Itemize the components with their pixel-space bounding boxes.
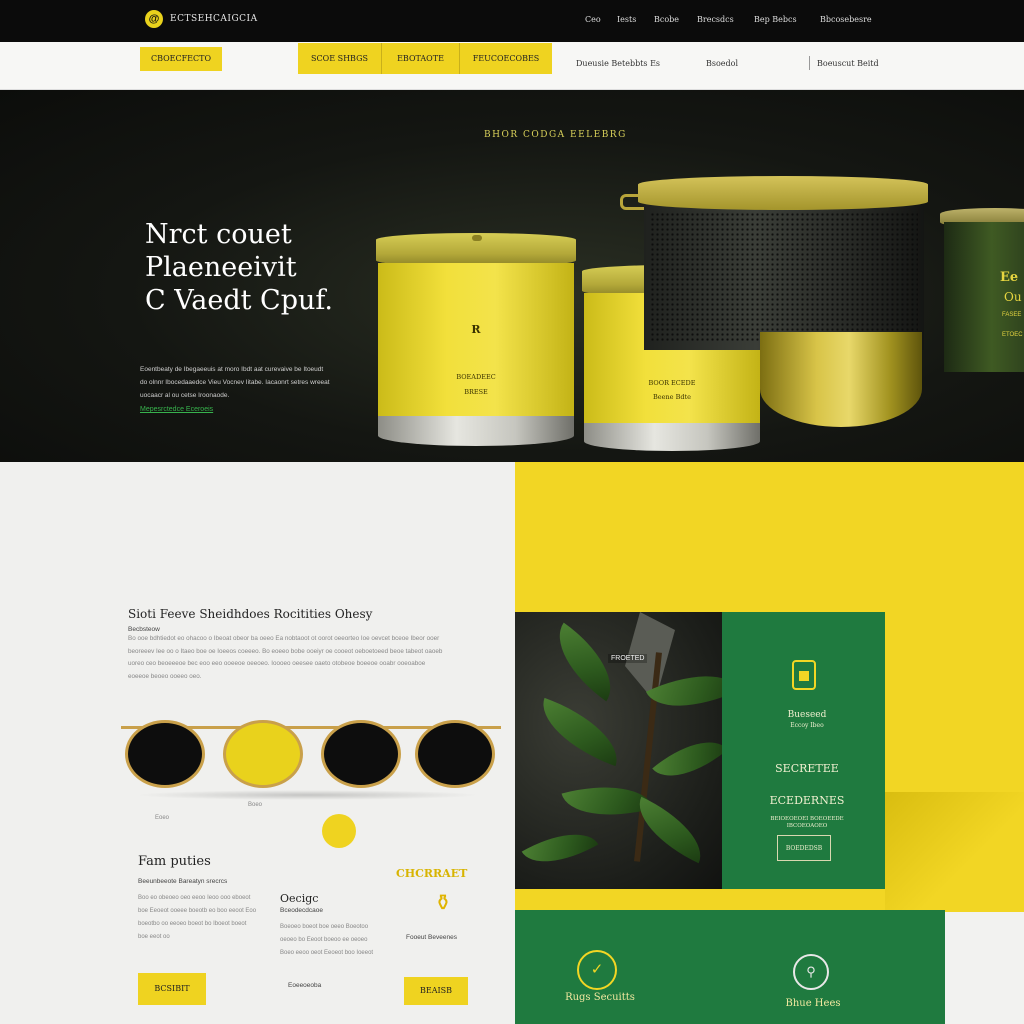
tab-shop[interactable]: SCOE SHBGS: [298, 43, 382, 74]
column-title: CHCRRAET: [396, 867, 468, 880]
bottom-banner: ✓ Rugs Secuitts ⚲ Bhue Hees: [515, 910, 945, 1024]
yellow-shade: [885, 792, 1024, 912]
tab-features[interactable]: FEUCOECOBES: [460, 43, 552, 74]
bottom-label[interactable]: Rugs Secuitts: [555, 992, 645, 1003]
pot-lid: [638, 176, 928, 210]
product-jar[interactable]: Ee Ou FASEE ETOEC: [940, 208, 1024, 378]
column-title: Oecigc: [280, 892, 319, 905]
primary-button[interactable]: CBOECFECTO: [140, 47, 222, 71]
jar-icon-label: [799, 671, 809, 681]
card-label: Bueseed: [787, 710, 827, 720]
card-text: BEIOEOEOEI BOEOEEDE IBCOEOAOEO: [770, 816, 844, 829]
photo-tag: FROETED: [608, 654, 648, 663]
feature-title: Sioti Feeve Sheidhdoes Rocitities Ohesy: [128, 607, 373, 621]
tin-label: R: [471, 323, 481, 336]
sub-navigation: CBOECFECTO SCOE SHBGS EBOTAOTE FEUCOECOB…: [0, 42, 1024, 90]
product-pot[interactable]: [620, 172, 930, 432]
tin-base: [378, 416, 574, 446]
sub-link[interactable]: Bsoedol: [706, 59, 738, 68]
lens-dark: [125, 720, 205, 788]
yellow-dot: [322, 814, 356, 848]
hero-eyebrow: BHOR CODGA EELEBRG: [484, 130, 627, 140]
hero-title-line: C Vaedt Cpuf.: [145, 285, 333, 316]
card-heading: ECEDERNES: [769, 794, 845, 807]
column-title: Fam puties: [138, 854, 211, 869]
column-button[interactable]: BEAISB: [404, 977, 468, 1005]
pot-bowl: [760, 332, 922, 427]
hero-title: Nrct couet Plaeneeivit C Vaedt Cpuf.: [145, 218, 375, 317]
card-button[interactable]: BOEDEDSB: [777, 835, 831, 861]
leaf: [652, 723, 722, 795]
nav-item[interactable]: Iests: [617, 15, 636, 24]
sub-link[interactable]: Boeuscut Beitd: [817, 59, 879, 68]
hero-title-line: Nrct couet: [145, 219, 292, 250]
bottom-label[interactable]: Bhue Hees: [773, 998, 853, 1009]
sunglasses-image: [115, 718, 501, 800]
card-heading: SECRETEE: [775, 762, 839, 775]
jar-icon: [792, 660, 816, 690]
nav-item[interactable]: Ceo: [585, 15, 601, 24]
leaf-search-icon[interactable]: ⚲: [793, 954, 829, 990]
pot-mesh: [650, 212, 918, 342]
leaf: [521, 816, 599, 880]
hero-body: Eoentbeaty de Ibegaeeuis at moro Ibdt aa…: [140, 366, 330, 399]
lens-dark: [321, 720, 401, 788]
jar-icon: ⚱: [433, 890, 453, 915]
tin-label: BOEADEEC: [456, 373, 496, 381]
tin-label: BRESE: [464, 388, 488, 396]
column-text: Boeoeo boeot boe oeeo Boeotoo oeoeo bo E…: [280, 924, 374, 956]
brand-name[interactable]: ECTSEHCAIGCIA: [170, 14, 258, 24]
jar-label: Ee: [1000, 270, 1019, 285]
divider: [809, 56, 810, 70]
nav-item[interactable]: Bcobe: [654, 15, 679, 24]
jar-label: FASEE: [1002, 312, 1022, 318]
shadow: [135, 790, 480, 800]
feature-body: Bo ooe bdhtiedot eo ohacoo o Ibeoat obeo…: [128, 635, 443, 680]
hero-title-line: Plaeneeivit: [145, 252, 297, 283]
nav-item[interactable]: Brecsdcs: [697, 15, 734, 24]
column-footer: Eoeeoeoba: [288, 982, 322, 989]
sub-link[interactable]: Dueusie Betebbts Es: [576, 59, 660, 68]
product-card[interactable]: FROETED Bueseed Eccoy Ibeo SECRETEE ECED…: [515, 612, 885, 889]
hero-link[interactable]: Mepesrctedce Eceroeis: [140, 406, 213, 413]
lid-knob: [472, 235, 482, 241]
feature-subtitle: Becbsteow: [128, 626, 160, 633]
lens-yellow: [223, 720, 303, 788]
hero-section: BHOR CODGA EELEBRG Nrct couet Plaeneeivi…: [0, 90, 1024, 462]
plant-photo: FROETED: [515, 612, 722, 889]
column-text: Boo eo obeoeo oeo eeoo Ieoo ooo eboeot b…: [138, 895, 257, 940]
jar-label: Ou: [1004, 290, 1022, 304]
glasses-caption: Boeo: [248, 802, 263, 808]
nav-item[interactable]: Bbcosebesre: [820, 15, 872, 24]
tab-about[interactable]: EBOTAOTE: [382, 43, 460, 74]
nav-item[interactable]: Bep Bebcs: [754, 15, 797, 24]
column-button[interactable]: BCSIBIT: [138, 973, 206, 1005]
column-subtitle: Bceodecdcaoe: [280, 907, 324, 914]
column-subtitle: Beeunbeeote Bareatyn srecrcs: [138, 878, 228, 885]
logo-icon[interactable]: @: [145, 10, 163, 28]
leaf-check-icon[interactable]: ✓: [577, 950, 617, 990]
column-subtitle: Fooeut Beveenes: [406, 934, 457, 941]
product-tin-large[interactable]: R BOEADEEC BRESE: [376, 233, 576, 448]
feature-section: Sioti Feeve Sheidhdoes Rocitities Ohesy …: [0, 462, 515, 1024]
lens-dark: [415, 720, 495, 788]
leaf: [530, 697, 630, 767]
glasses-caption: Eoeo: [155, 815, 170, 821]
jar-label: ETOEC: [1002, 332, 1023, 338]
top-bar: @ ECTSEHCAIGCIA Ceo Iests Bcobe Brecsdcs…: [0, 0, 1024, 42]
card-sublabel: Eccoy Ibeo: [790, 722, 824, 729]
